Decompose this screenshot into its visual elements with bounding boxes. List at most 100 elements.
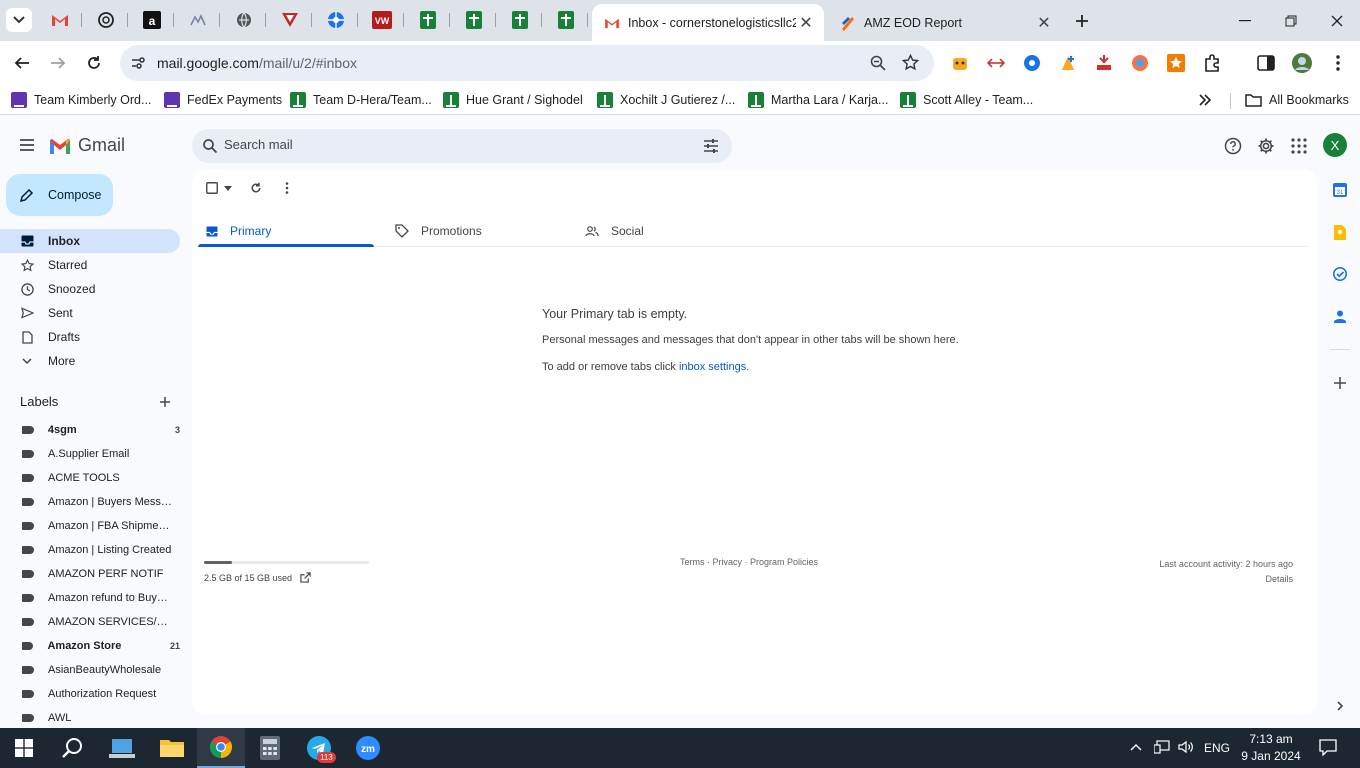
- label-item[interactable]: ACME TOOLS: [0, 466, 180, 490]
- restore-button[interactable]: [1268, 0, 1314, 41]
- show-side-panel-button[interactable]: [1331, 697, 1349, 715]
- taskbar-app-zoom[interactable]: zm: [344, 728, 392, 768]
- close-window-button[interactable]: [1314, 0, 1360, 41]
- label-item[interactable]: Amazon | Buyers Messa...: [0, 490, 180, 514]
- pinned-tab-site[interactable]: [180, 8, 220, 32]
- nav-starred[interactable]: Starred: [0, 253, 180, 277]
- inbox-settings-link[interactable]: inbox settings.: [679, 361, 749, 373]
- support-button[interactable]: [1222, 135, 1244, 157]
- nav-more[interactable]: More: [0, 349, 180, 373]
- back-button[interactable]: [8, 49, 36, 77]
- more-bookmarks-button[interactable]: [1199, 91, 1211, 109]
- activity-details-link[interactable]: Details: [1159, 572, 1293, 587]
- taskbar-app-pc[interactable]: [98, 728, 146, 768]
- extension-3[interactable]: [1022, 53, 1042, 73]
- extension-5[interactable]: [1094, 53, 1114, 73]
- tasks-app-button[interactable]: [1331, 265, 1349, 283]
- main-menu-button[interactable]: [17, 135, 37, 155]
- pinned-tab-web[interactable]: [226, 8, 266, 32]
- calendar-app-button[interactable]: 31: [1331, 181, 1349, 199]
- get-addons-button[interactable]: [1331, 374, 1349, 392]
- pinned-tab-vw[interactable]: VW: [364, 8, 404, 32]
- taskbar-app-telegram[interactable]: 113: [295, 728, 343, 768]
- label-item[interactable]: A.Supplier Email: [0, 442, 180, 466]
- pinned-tab-sheet-4[interactable]: [548, 8, 588, 32]
- label-item[interactable]: Amazon refund to Buyers: [0, 586, 180, 610]
- label-item[interactable]: Amazon | Listing Created: [0, 538, 180, 562]
- close-tab-icon[interactable]: ✕: [796, 13, 816, 33]
- taskbar-app-explorer[interactable]: [148, 728, 196, 768]
- open-external-icon[interactable]: [300, 572, 311, 583]
- search-bar[interactable]: [192, 129, 732, 163]
- nav-snoozed[interactable]: Snoozed: [0, 277, 180, 301]
- search-icon[interactable]: [203, 139, 217, 153]
- storage-meter[interactable]: [204, 561, 369, 564]
- chrome-menu-button[interactable]: [1328, 53, 1348, 73]
- settings-button[interactable]: [1255, 135, 1277, 157]
- network-button[interactable]: [1153, 740, 1170, 757]
- forward-button[interactable]: [44, 49, 72, 77]
- tab-search-button[interactable]: [6, 8, 32, 32]
- address-bar[interactable]: mail.google.com/mail/u/2/#inbox: [120, 45, 934, 81]
- label-item[interactable]: Amazon | FBA Shipments: [0, 514, 180, 538]
- bookmark-item[interactable]: Team Kimberly Ord...: [11, 91, 151, 109]
- site-settings-icon[interactable]: [130, 55, 146, 71]
- bookmark-item[interactable]: Martha Lara / Karja...: [748, 91, 888, 109]
- start-button[interactable]: [0, 728, 48, 768]
- pinned-tab-sheet-2[interactable]: [456, 8, 496, 32]
- pinned-tab-gmail[interactable]: [42, 8, 82, 32]
- keep-app-button[interactable]: [1331, 223, 1349, 241]
- label-item[interactable]: Amazon Store 21: [0, 634, 180, 658]
- nav-sent[interactable]: Sent: [0, 301, 180, 325]
- volume-button[interactable]: [1178, 740, 1194, 757]
- taskbar-app-chrome[interactable]: [197, 728, 245, 768]
- close-tab-icon[interactable]: ✕: [1034, 13, 1054, 33]
- taskbar-app-calculator[interactable]: [246, 728, 294, 768]
- label-item[interactable]: AWL: [0, 706, 180, 730]
- pinned-tab-sheet-1[interactable]: [410, 8, 450, 32]
- pinned-tab-chatgpt[interactable]: [88, 8, 128, 32]
- pinned-tab-blue[interactable]: [318, 8, 358, 32]
- minimize-button[interactable]: [1222, 0, 1268, 41]
- label-item[interactable]: AMAZON PERF NOTIF: [0, 562, 180, 586]
- tab-primary[interactable]: Primary: [206, 215, 271, 247]
- tab-promotions[interactable]: Promotions: [395, 215, 482, 247]
- bookmark-item[interactable]: Xochilt J Gutierez /...: [597, 91, 735, 109]
- contacts-app-button[interactable]: [1331, 307, 1349, 325]
- show-hidden-icons-button[interactable]: [1130, 740, 1142, 754]
- extension-7[interactable]: [1166, 53, 1186, 73]
- nav-drafts[interactable]: Drafts: [0, 325, 180, 349]
- pinned-tab-sheet-3[interactable]: [502, 8, 542, 32]
- compose-button[interactable]: Compose: [6, 174, 113, 216]
- more-actions-button[interactable]: [285, 179, 289, 197]
- all-bookmarks-button[interactable]: All Bookmarks: [1245, 91, 1349, 109]
- gmail-logo[interactable]: Gmail: [48, 135, 125, 156]
- label-item[interactable]: Authorization Request: [0, 682, 180, 706]
- pinned-tab-amazon[interactable]: a: [134, 8, 174, 32]
- bookmark-item[interactable]: Team D-Hera/Team...: [290, 91, 432, 109]
- bookmark-item[interactable]: FedEx Payments: [164, 91, 282, 109]
- language-indicator[interactable]: ENG: [1204, 741, 1230, 755]
- notifications-button[interactable]: [1319, 739, 1337, 759]
- extension-6[interactable]: [1130, 53, 1150, 73]
- google-apps-button[interactable]: [1288, 135, 1310, 157]
- zoom-icon[interactable]: [870, 55, 886, 71]
- new-tab-button[interactable]: [1066, 0, 1098, 41]
- tab-gmail-inbox[interactable]: Inbox - cornerstonelogisticsllc2 ✕: [592, 4, 824, 41]
- create-label-button[interactable]: [159, 392, 171, 413]
- pinned-tab-red[interactable]: [272, 8, 312, 32]
- bookmark-item[interactable]: Hue Grant / Sighodel: [443, 91, 583, 109]
- bookmark-star-icon[interactable]: [902, 54, 919, 71]
- label-item[interactable]: AsianBeautyWholesale: [0, 658, 180, 682]
- refresh-button[interactable]: [250, 179, 262, 197]
- label-item[interactable]: 4sgm 3: [0, 418, 180, 442]
- side-panel-button[interactable]: [1256, 53, 1276, 73]
- footer-links[interactable]: Terms · Privacy · Program Policies: [680, 557, 818, 567]
- extensions-menu-button[interactable]: [1202, 53, 1222, 73]
- reload-button[interactable]: [80, 49, 108, 77]
- account-avatar[interactable]: X: [1323, 133, 1347, 157]
- profile-button[interactable]: [1292, 53, 1312, 73]
- tab-amz-eod-report[interactable]: AMZ EOD Report ✕: [828, 4, 1062, 41]
- extension-4[interactable]: [1058, 53, 1078, 73]
- taskbar-clock[interactable]: 7:13 am 9 Jan 2024: [1238, 731, 1304, 765]
